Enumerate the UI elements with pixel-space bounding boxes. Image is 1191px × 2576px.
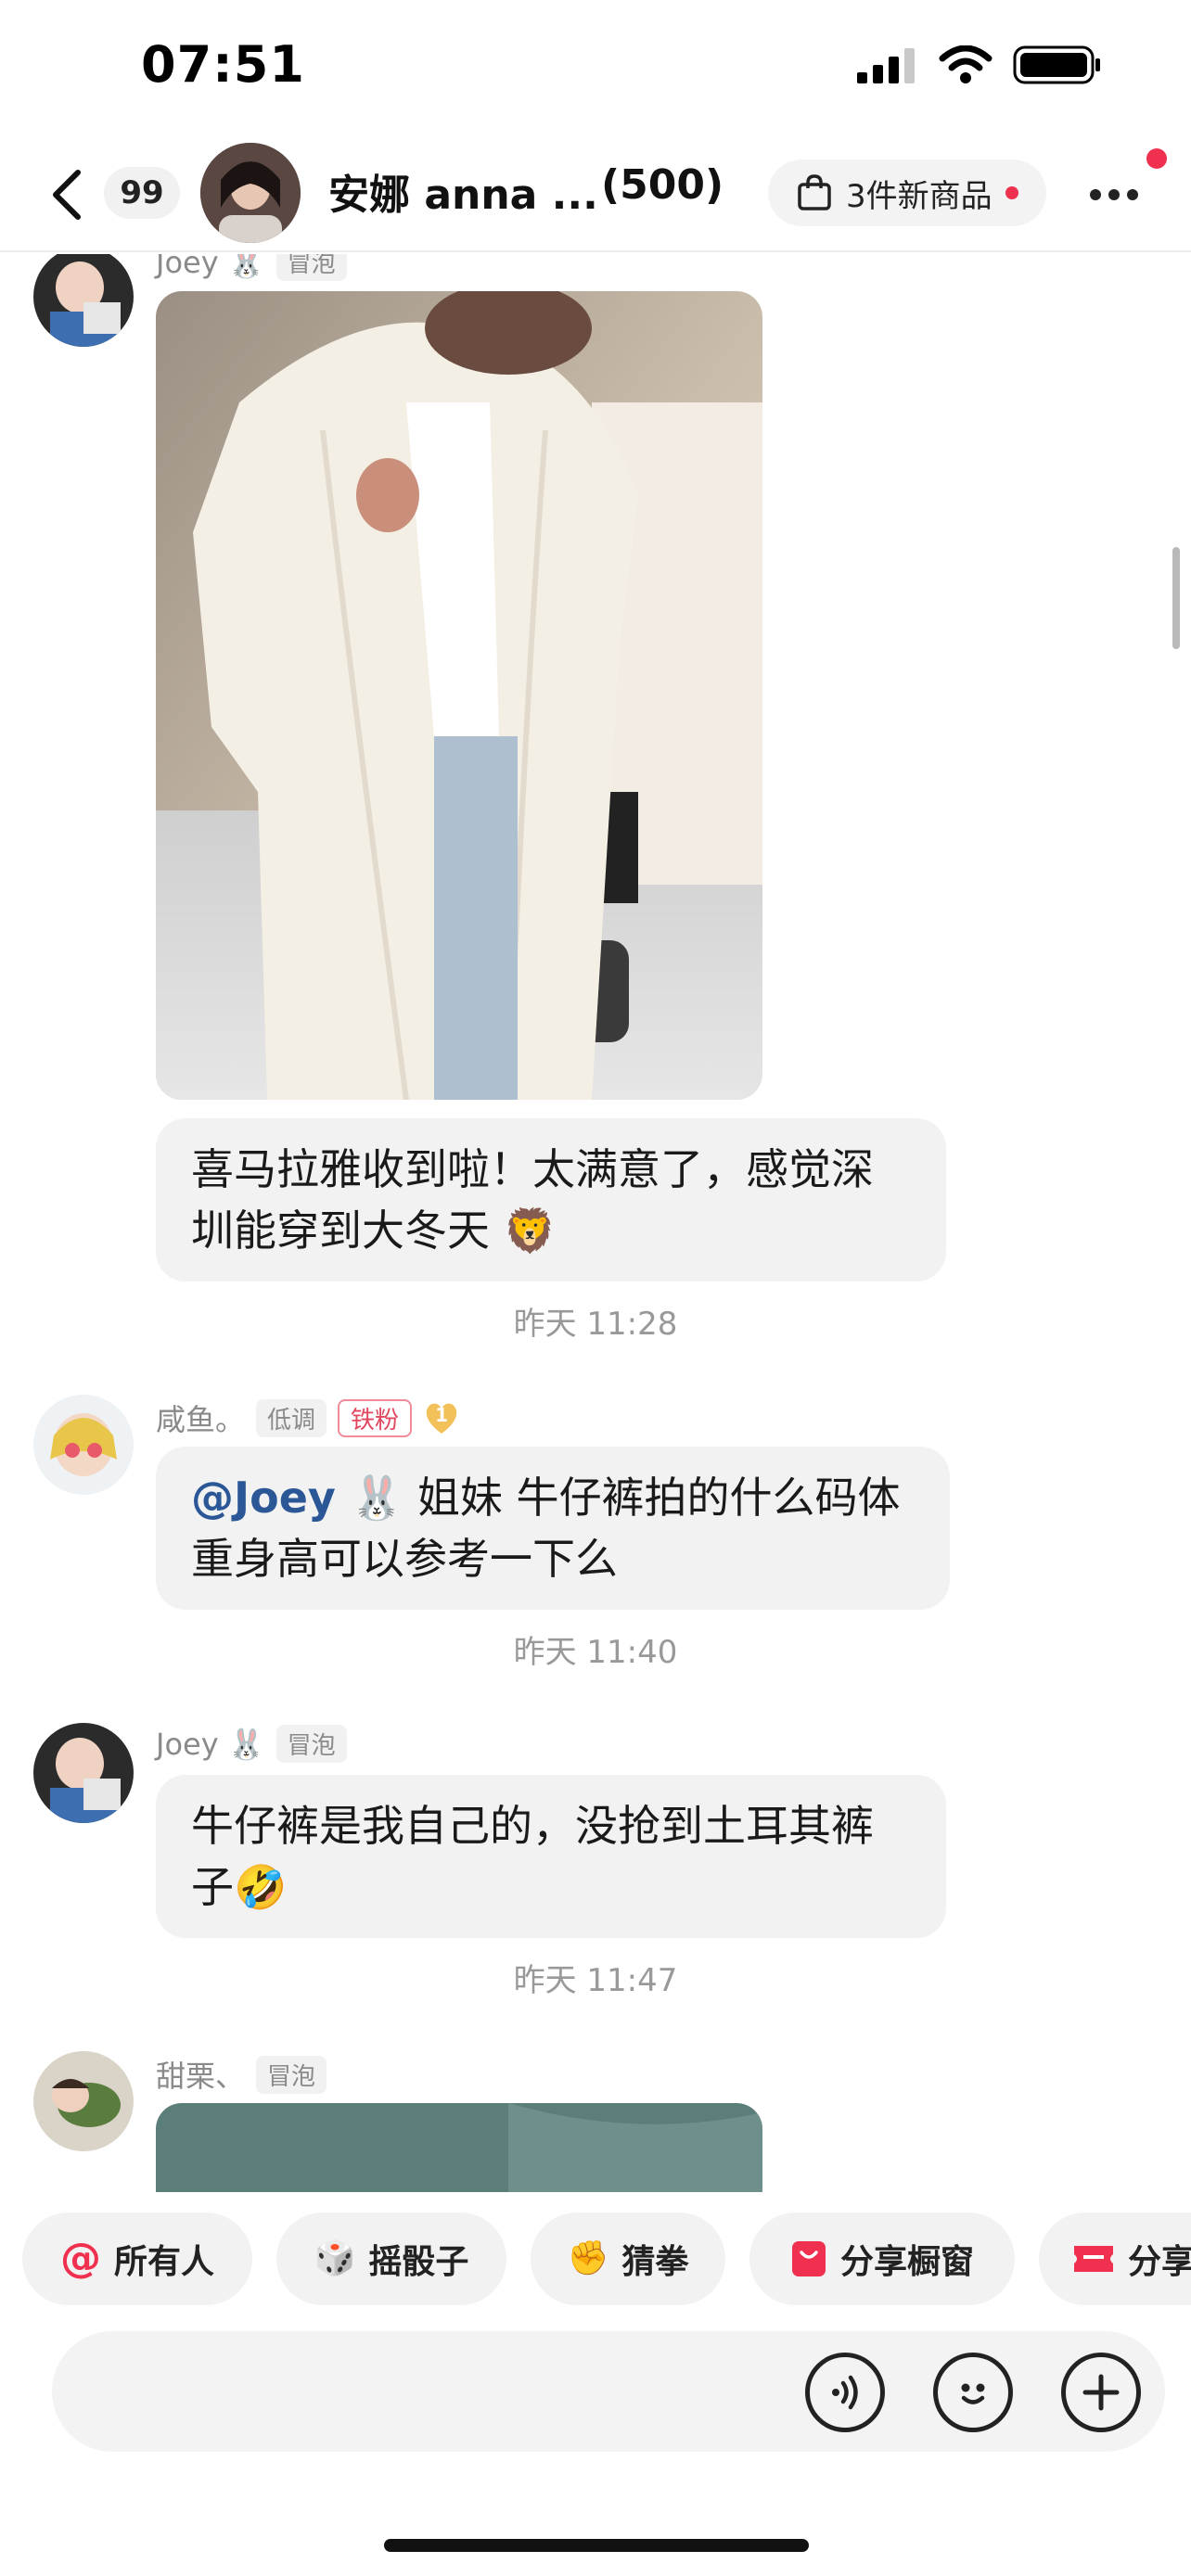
avatar-portrait-icon: [200, 143, 301, 243]
status-bar: 07:51: [0, 0, 1191, 139]
back-button[interactable]: [41, 159, 93, 230]
message-bubble[interactable]: 牛仔裤是我自己的，没抢到土耳其裤子🤣: [156, 1775, 946, 1938]
chip-label: 所有人: [113, 2243, 214, 2281]
more-actions-button[interactable]: [1061, 2353, 1141, 2432]
home-indicator[interactable]: [384, 2539, 809, 2552]
group-avatar[interactable]: [200, 143, 301, 243]
cellular-signal-icon: [857, 48, 915, 83]
new-goods-dot: [1005, 186, 1018, 199]
avatar[interactable]: [33, 1723, 134, 1823]
message-sender: 咸鱼。 低调 铁粉 1: [156, 1396, 460, 1439]
mention-all-button[interactable]: @ 所有人: [22, 2213, 252, 2305]
avatar[interactable]: [33, 2051, 134, 2151]
more-dot-icon: [1108, 189, 1120, 200]
fan-level-icon: 1: [423, 1399, 460, 1436]
ticket-icon: [1074, 2246, 1113, 2272]
new-goods-label: 3件新商品: [846, 177, 992, 215]
sender-tag: 冒泡: [275, 254, 347, 281]
chevron-left-icon: [53, 170, 81, 220]
chat-header: 99 安娜 anna ... (500) 3件新商品: [0, 139, 1191, 252]
message-bubble[interactable]: 喜马拉雅收到啦！太满意了，感觉深圳能穿到大冬天 🦁: [156, 1118, 946, 1282]
message-bubble[interactable]: @Joey 🐰 姐妹 牛仔裤拍的什么码体重身高可以参考一下么: [156, 1447, 950, 1610]
battery-icon: [1013, 45, 1100, 84]
more-dot-icon: [1127, 189, 1138, 200]
roll-dice-button[interactable]: 🎲 摇骰子: [276, 2213, 506, 2305]
message-sender: Joey 🐰 冒泡: [156, 254, 347, 281]
chip-label: 摇骰子: [368, 2243, 469, 2281]
sender-name[interactable]: Joey 🐰: [156, 1727, 265, 1762]
member-count: (500): [601, 161, 724, 209]
fan-tag: 铁粉: [338, 1398, 413, 1437]
avatar[interactable]: [33, 254, 134, 347]
group-name[interactable]: 安娜 anna ...: [328, 161, 598, 221]
avatar-girl-icon: [33, 1395, 134, 1495]
showcase-icon: [791, 2241, 826, 2276]
message-input[interactable]: [80, 2331, 803, 2452]
rock-paper-scissors-button[interactable]: ✊ 猜拳: [531, 2213, 725, 2305]
chip-label: 猜拳: [621, 2243, 689, 2281]
sender-name[interactable]: Joey 🐰: [156, 254, 265, 280]
message-timestamp: 昨天 11:47: [513, 1962, 678, 1999]
wifi-icon: [939, 45, 992, 83]
mention-link[interactable]: @Joey 🐰: [191, 1473, 403, 1523]
message-list[interactable]: Joey 🐰 冒泡 喜马拉雅收到啦！太满意了，感觉深圳能穿到大冬天 🦁 昨天 1…: [0, 254, 1191, 2192]
message-photo[interactable]: [156, 2103, 762, 2192]
fist-icon: ✊: [567, 2239, 609, 2277]
status-time: 07:51: [141, 35, 305, 94]
photo-sweater-image: [156, 291, 762, 1100]
avatar-baby-icon: [33, 1723, 134, 1823]
voice-icon: [832, 2375, 858, 2410]
message-timestamp: 昨天 11:28: [513, 1306, 678, 1343]
sender-name[interactable]: 甜栗、: [156, 2053, 245, 2096]
chip-label: 分享橱窗: [839, 2243, 974, 2281]
chip-label: 分享: [1128, 2243, 1191, 2281]
voice-button[interactable]: [805, 2353, 885, 2432]
message-sender: Joey 🐰 冒泡: [156, 1725, 347, 1763]
avatar[interactable]: [33, 1395, 134, 1495]
fan-level-number: 1: [435, 1404, 448, 1426]
unread-count-badge[interactable]: 99: [104, 167, 180, 219]
dice-icon: 🎲: [314, 2239, 356, 2277]
share-button[interactable]: 分享: [1039, 2213, 1191, 2305]
more-dot-icon: [1090, 189, 1101, 200]
sender-tag: 冒泡: [275, 1725, 347, 1763]
shopping-bag-icon: [798, 174, 831, 210]
message-photo[interactable]: [156, 291, 762, 1100]
message-input-bar: [52, 2331, 1165, 2452]
plus-icon: [1082, 2374, 1120, 2411]
scrollbar[interactable]: [1172, 547, 1180, 649]
sender-tag: 低调: [256, 1398, 327, 1437]
photo-image: [156, 2103, 762, 2192]
more-options-button[interactable]: [1082, 167, 1146, 223]
message-timestamp: 昨天 11:40: [513, 1634, 678, 1671]
message-sender: 甜栗、 冒泡: [156, 2053, 327, 2096]
emoji-icon: [961, 2383, 985, 2404]
status-icons: [857, 45, 1102, 85]
sender-name[interactable]: 咸鱼。: [156, 1396, 245, 1439]
share-showcase-button[interactable]: 分享橱窗: [749, 2213, 1015, 2305]
emoji-button[interactable]: [933, 2353, 1013, 2432]
quick-actions-bar: @ 所有人 🎲 摇骰子 ✊ 猜拳 分享橱窗 分享: [0, 2213, 1191, 2305]
sender-tag: 冒泡: [256, 2055, 327, 2094]
at-icon: @: [59, 2235, 101, 2282]
avatar-sleeping-icon: [33, 2051, 134, 2151]
new-goods-button[interactable]: 3件新商品: [768, 159, 1046, 226]
avatar-baby-icon: [33, 254, 134, 347]
notification-dot: [1146, 148, 1167, 169]
